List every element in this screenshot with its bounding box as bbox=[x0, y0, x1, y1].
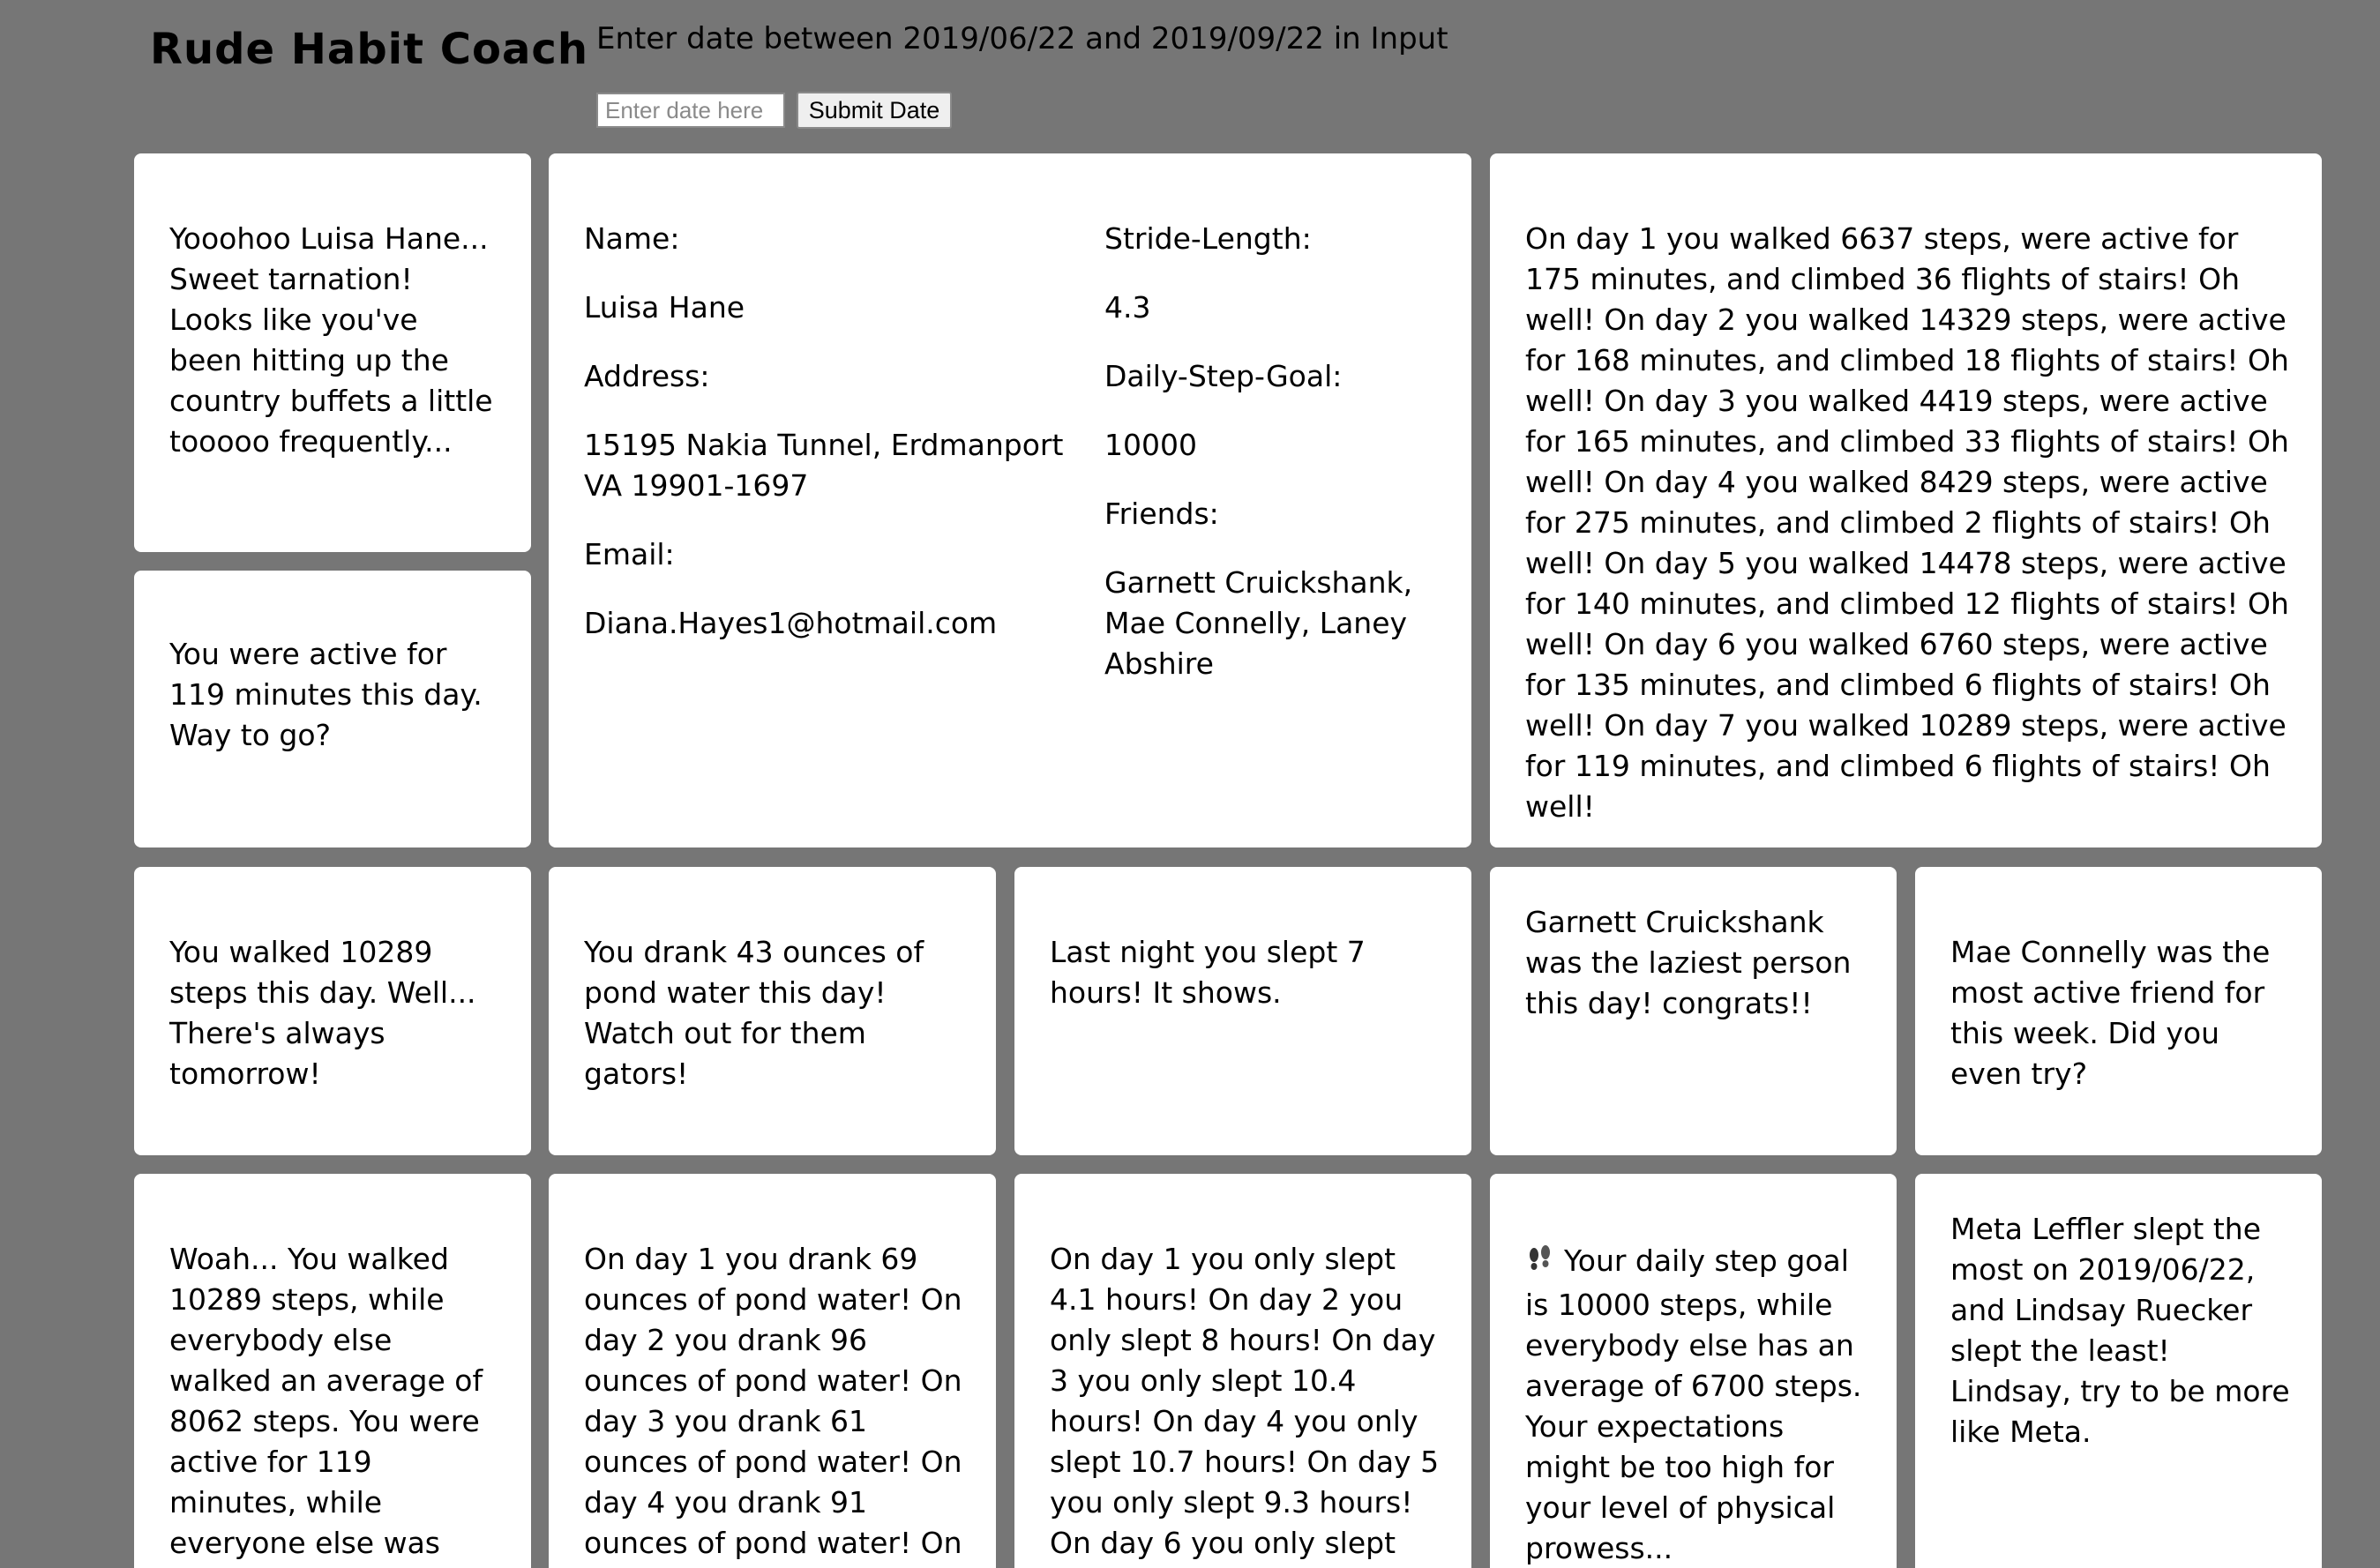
weekly-sleep-card: On day 1 you only slept 4.1 hours! On da… bbox=[1014, 1174, 1471, 1568]
laziest-friend-card: Garnett Cruickshank was the laziest pers… bbox=[1490, 867, 1897, 1155]
water-day-text: You drank 43 ounces of pond water this d… bbox=[584, 935, 924, 1091]
greeting-card: Yooohoo Luisa Hane... Sweet tarnation! L… bbox=[134, 153, 531, 552]
app-title: Rude Habit Coach bbox=[150, 25, 589, 74]
stride-length-value: 4.3 bbox=[1104, 290, 1151, 325]
comparison-text: Woah... You walked 10289 steps, while ev… bbox=[169, 1242, 483, 1568]
name-label: Name: bbox=[584, 221, 680, 256]
step-goal-compare-card: Your daily step goal is 10000 steps, whi… bbox=[1490, 1174, 1897, 1568]
active-minutes-text: You were active for 119 minutes this day… bbox=[169, 637, 483, 752]
friends-label: Friends: bbox=[1104, 497, 1219, 531]
date-input[interactable] bbox=[596, 93, 785, 128]
sleep-records-card: Meta Leffler slept the most on 2019/06/2… bbox=[1915, 1174, 2322, 1568]
daily-step-goal-value: 10000 bbox=[1104, 428, 1197, 462]
user-info-card: Name: Luisa Hane Address: 15195 Nakia Tu… bbox=[549, 153, 1471, 847]
submit-date-button[interactable]: Submit Date bbox=[797, 92, 952, 129]
comparison-card: Woah... You walked 10289 steps, while ev… bbox=[134, 1174, 531, 1568]
most-active-friend-card: Mae Connelly was the most active friend … bbox=[1915, 867, 2322, 1155]
daily-step-goal-label: Daily-Step-Goal: bbox=[1104, 359, 1343, 393]
friends-list: Garnett Cruickshank, Mae Connelly, Laney… bbox=[1104, 565, 1413, 681]
sleep-night-card: Last night you slept 7 hours! It shows. bbox=[1014, 867, 1471, 1155]
weekly-activity-text: On day 1 you walked 6637 steps, were act… bbox=[1525, 221, 2289, 824]
weekly-sleep-text: On day 1 you only slept 4.1 hours! On da… bbox=[1050, 1242, 1440, 1568]
weekly-activity-card: On day 1 you walked 6637 steps, were act… bbox=[1490, 153, 2322, 847]
user-name: Luisa Hane bbox=[584, 290, 745, 325]
email-label: Email: bbox=[584, 537, 675, 571]
user-address: 15195 Nakia Tunnel, Erdmanport VA 19901-… bbox=[584, 428, 1064, 503]
step-goal-compare-text: Your daily step goal is 10000 steps, whi… bbox=[1525, 1243, 1862, 1565]
water-day-card: You drank 43 ounces of pond water this d… bbox=[549, 867, 996, 1155]
user-email: Diana.Hayes1@hotmail.com bbox=[584, 606, 998, 640]
weekly-water-text: On day 1 you drank 69 ounces of pond wat… bbox=[584, 1242, 962, 1568]
footprints-icon bbox=[1525, 1244, 1555, 1285]
date-instructions: Enter date between 2019/06/22 and 2019/0… bbox=[596, 21, 1448, 56]
steps-day-card: You walked 10289 steps this day. Well...… bbox=[134, 867, 531, 1155]
active-minutes-card: You were active for 119 minutes this day… bbox=[134, 571, 531, 847]
steps-day-text: You walked 10289 steps this day. Well...… bbox=[169, 935, 476, 1091]
step-goal-compare-text-wrap: Your daily step goal is 10000 steps, whi… bbox=[1525, 1241, 1865, 1568]
sleep-records-text: Meta Leffler slept the most on 2019/06/2… bbox=[1950, 1212, 2290, 1449]
stride-length-label: Stride-Length: bbox=[1104, 221, 1312, 256]
address-label: Address: bbox=[584, 359, 710, 393]
sleep-night-text: Last night you slept 7 hours! It shows. bbox=[1050, 935, 1366, 1010]
most-active-friend-text: Mae Connelly was the most active friend … bbox=[1950, 935, 2271, 1091]
weekly-water-card: On day 1 you drank 69 ounces of pond wat… bbox=[549, 1174, 996, 1568]
greeting-text: Yooohoo Luisa Hane... Sweet tarnation! L… bbox=[169, 221, 493, 459]
laziest-friend-text: Garnett Cruickshank was the laziest pers… bbox=[1525, 905, 1852, 1020]
